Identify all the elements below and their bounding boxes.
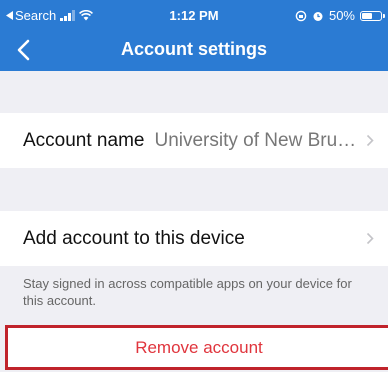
- account-name-row[interactable]: Account name University of New Bruns…: [0, 113, 388, 168]
- nav-bar: Account settings: [0, 30, 388, 71]
- rotation-lock-icon: [295, 10, 307, 21]
- add-account-row[interactable]: Add account to this device: [0, 211, 388, 266]
- header: Search 1:12 PM 50% Account settings: [0, 0, 388, 71]
- status-bar: Search 1:12 PM 50%: [0, 0, 388, 30]
- add-account-description: Stay signed in across compatible apps on…: [23, 276, 352, 308]
- chevron-right-icon: [366, 134, 374, 147]
- page-title: Account settings: [120, 39, 267, 59]
- add-account-label: Add account to this device: [23, 227, 245, 249]
- account-name-value: University of New Bruns…: [154, 129, 360, 151]
- battery-icon: [360, 10, 385, 21]
- account-name-label: Account name: [23, 129, 145, 151]
- battery-percent: 50%: [328, 8, 355, 23]
- remove-account-button[interactable]: Remove account: [5, 325, 388, 370]
- remove-account-label: Remove account: [135, 337, 263, 357]
- alarm-icon: [313, 11, 323, 21]
- chevron-right-icon: [366, 232, 374, 245]
- status-right: 50%: [295, 8, 385, 23]
